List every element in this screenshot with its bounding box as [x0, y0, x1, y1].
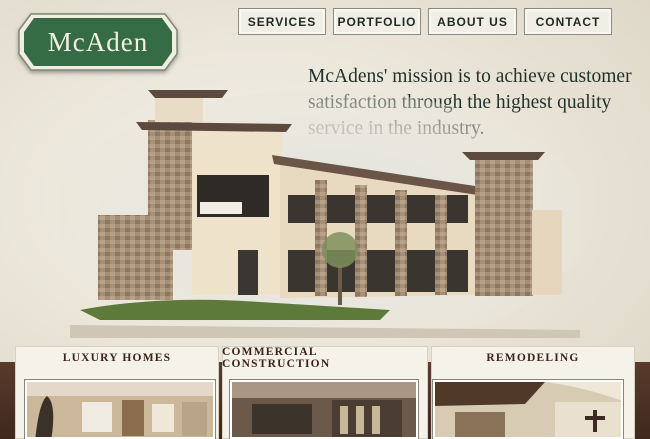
- remodeling-thumbnail[interactable]: [433, 380, 623, 439]
- commercial-construction-thumbnail[interactable]: [230, 380, 418, 439]
- remodeling-heading[interactable]: REMODELING: [431, 345, 635, 371]
- nav-about-us-button[interactable]: ABOUT US: [428, 8, 517, 35]
- luxury-homes-heading[interactable]: LUXURY HOMES: [15, 345, 219, 371]
- nav-portfolio-button[interactable]: PORTFOLIO: [333, 8, 421, 35]
- nav-services-button[interactable]: SERVICES: [238, 8, 326, 35]
- commercial-construction-heading[interactable]: COMMERCIAL CONSTRUCTION: [222, 345, 428, 371]
- logo-text[interactable]: McAden: [17, 10, 179, 74]
- hero-building-image: [60, 90, 580, 340]
- luxury-homes-thumbnail[interactable]: [25, 380, 215, 439]
- nav-contact-button[interactable]: CONTACT: [524, 8, 612, 35]
